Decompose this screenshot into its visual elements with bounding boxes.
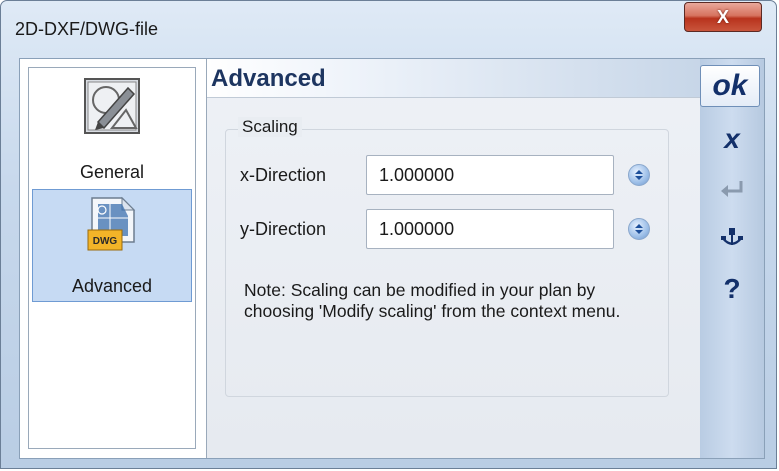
- settings-panel: Advanced Scaling x-Direction y-Direction: [206, 59, 701, 458]
- apply-button[interactable]: [700, 169, 764, 209]
- sidebar-item-label: Advanced: [71, 276, 153, 296]
- y-direction-label: y-Direction: [240, 219, 327, 239]
- sidebar-item-general[interactable]: General: [32, 72, 192, 185]
- cancel-button[interactable]: x: [700, 119, 764, 159]
- close-button[interactable]: X: [684, 2, 762, 32]
- group-label: Scaling: [238, 117, 302, 137]
- page-title: Advanced: [211, 65, 326, 92]
- ok-label: ok: [712, 69, 748, 102]
- dwg-badge: DWG: [93, 236, 118, 247]
- cancel-icon: x: [724, 123, 740, 154]
- panel-header: Advanced: [207, 59, 701, 98]
- x-direction-label: x-Direction: [240, 165, 327, 185]
- sidebar-item-label: General: [79, 162, 145, 182]
- help-icon: ?: [723, 273, 741, 304]
- general-settings-icon: [84, 78, 140, 139]
- x-direction-spinner[interactable]: [628, 164, 650, 186]
- y-direction-field[interactable]: [366, 209, 614, 249]
- spin-arrows-icon: [635, 170, 643, 180]
- scaling-group: Scaling x-Direction y-Direction: [225, 117, 669, 397]
- close-icon: X: [716, 6, 729, 27]
- anchor-button[interactable]: [700, 219, 764, 259]
- help-button[interactable]: ?: [700, 269, 764, 309]
- dialog-window: 2D-DXF/DWG-file X General DWG Advanced A…: [0, 0, 777, 469]
- scaling-note: Note: Scaling can be modified in your pl…: [244, 280, 621, 321]
- action-toolbar: ok x ?: [700, 59, 764, 458]
- enter-arrow-icon: [721, 181, 743, 197]
- x-direction-field[interactable]: [366, 155, 614, 195]
- spin-arrows-icon: [635, 224, 643, 234]
- sidebar-item-advanced[interactable]: DWG Advanced: [32, 189, 192, 302]
- category-sidebar: General DWG Advanced: [28, 67, 196, 449]
- ok-button[interactable]: ok: [700, 65, 760, 107]
- anchor-icon: [721, 228, 743, 245]
- y-direction-spinner[interactable]: [628, 218, 650, 240]
- window-title: 2D-DXF/DWG-file: [15, 19, 158, 39]
- dwg-file-icon: DWG: [86, 196, 138, 259]
- dialog-client-area: General DWG Advanced Advanced Scaling x-…: [19, 58, 765, 459]
